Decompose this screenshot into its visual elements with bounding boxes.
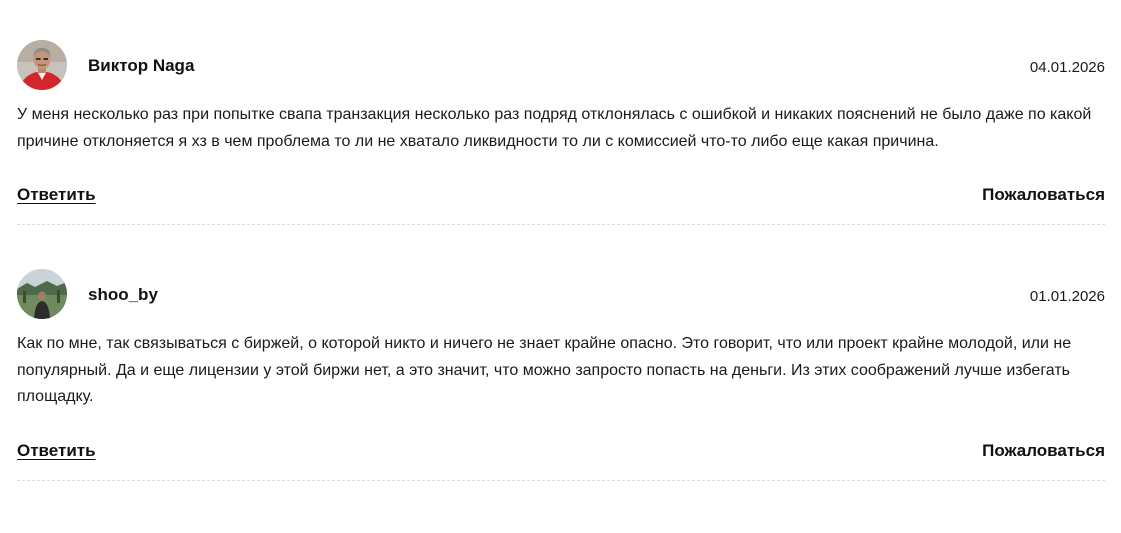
comment-text: У меня несколько раз при попытке свапа т… [17, 106, 1092, 150]
comment-author: shoo_by [88, 285, 158, 304]
comment-item: shoo_by 01.01.2026 Как по мне, так связы… [17, 269, 1105, 481]
reply-link[interactable]: Ответить [17, 185, 96, 205]
comment-header: Виктор Naga 04.01.2026 [17, 40, 1105, 90]
user-photo-outdoor-icon [17, 269, 67, 319]
comment-text: Как по мне, так связываться с биржей, о … [17, 335, 1072, 405]
comment-header: shoo_by 01.01.2026 [17, 269, 1105, 319]
report-link[interactable]: Пожаловаться [982, 441, 1105, 461]
avatar [17, 40, 67, 90]
comment-author: Виктор Naga [88, 56, 195, 75]
comments-list: Виктор Naga 04.01.2026 У меня несколько … [17, 40, 1105, 481]
comment-actions: Ответить Пожаловаться [17, 441, 1105, 480]
comment-date: 01.01.2026 [1029, 288, 1105, 305]
reply-link[interactable]: Ответить [17, 441, 96, 461]
comment-item: Виктор Naga 04.01.2026 У меня несколько … [17, 40, 1105, 225]
comment-actions: Ответить Пожаловаться [17, 185, 1105, 224]
comment-date: 04.01.2026 [1029, 59, 1105, 76]
avatar [17, 269, 67, 319]
user-photo-red-shirt-icon [17, 40, 67, 90]
report-link[interactable]: Пожаловаться [982, 185, 1105, 205]
